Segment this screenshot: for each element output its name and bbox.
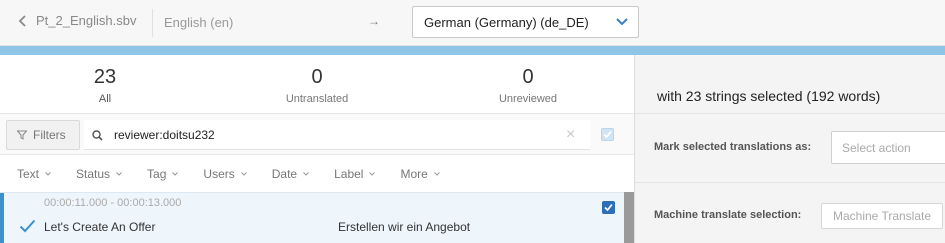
column-label: Tag <box>147 167 167 181</box>
selection-summary: with 23 strings selected (192 words) <box>657 88 881 104</box>
column-label: Users <box>203 167 235 181</box>
divider <box>635 113 945 114</box>
chevron-down-icon <box>116 172 122 176</box>
target-language-value: German (Germany) (de_DE) <box>424 15 589 30</box>
chevron-left-icon <box>18 14 26 27</box>
scrollbar-thumb[interactable] <box>624 192 634 243</box>
divider <box>635 182 945 183</box>
stat-count: 0 <box>311 66 323 88</box>
filter-bar: Filters × <box>0 113 634 155</box>
target-language-select[interactable]: German (Germany) (de_DE) <box>412 6 639 38</box>
column-text[interactable]: Text <box>17 167 51 181</box>
top-bar: Pt_2_English.sbv English (en) → German (… <box>0 0 945 46</box>
column-label: More <box>400 167 428 181</box>
check-icon <box>604 203 613 212</box>
stat-label: Untranslated <box>285 93 349 105</box>
stat-label: Unreviewed <box>498 93 558 105</box>
row-timestamp: 00:00:11.000 - 00:00:13.000 <box>44 197 182 209</box>
chevron-down-icon <box>369 172 376 176</box>
progress-strip <box>0 46 945 55</box>
chevron-down-icon <box>240 172 247 176</box>
bulk-actions-panel: with 23 strings selected (192 words) Mar… <box>635 55 945 243</box>
strings-panel: 23 All 0 Untranslated 0 Unreviewed Filte… <box>0 55 634 243</box>
search-icon <box>92 130 103 141</box>
check-icon <box>603 130 612 139</box>
clear-icon[interactable]: × <box>566 126 575 144</box>
arrow-icon: → <box>368 14 380 28</box>
machine-translate-label: Machine translate selection: <box>654 209 802 221</box>
column-label: Status <box>76 167 111 181</box>
row-source-text: Let's Create An Offer <box>44 220 156 234</box>
chevron-down-icon <box>303 172 309 176</box>
select-all-checkbox[interactable] <box>601 128 614 141</box>
chevron-down-icon <box>433 172 440 176</box>
column-headers: Text Status Tag Users Date Label More <box>0 156 634 192</box>
column-label-filter[interactable]: Label <box>334 167 376 181</box>
back-link[interactable]: Pt_2_English.sbv <box>18 13 136 28</box>
search-input[interactable] <box>114 126 554 144</box>
stat-count: 23 <box>93 66 117 88</box>
translated-check-icon <box>19 219 36 233</box>
action-select[interactable]: Select action <box>831 131 945 164</box>
stat-all[interactable]: 23 All <box>0 65 210 105</box>
column-date[interactable]: Date <box>272 167 309 181</box>
filters-button[interactable]: Filters <box>6 120 80 150</box>
header-divider <box>152 9 153 37</box>
stat-label: All <box>98 93 112 105</box>
chevron-down-icon <box>172 172 179 176</box>
stat-untranslated[interactable]: 0 Untranslated <box>212 65 422 105</box>
column-status[interactable]: Status <box>76 167 122 181</box>
string-row[interactable]: 00:00:11.000 - 00:00:13.000 Let's Create… <box>0 192 634 243</box>
search-box: × <box>84 120 590 150</box>
row-translation-text[interactable]: Erstellen wir ein Angebot <box>338 220 470 234</box>
column-users[interactable]: Users <box>203 167 247 181</box>
mark-translations-label: Mark selected translations as: <box>654 141 812 153</box>
column-tag[interactable]: Tag <box>147 167 179 181</box>
column-label: Label <box>334 167 364 181</box>
source-language: English (en) <box>164 15 234 30</box>
row-selected-indicator <box>0 193 4 243</box>
row-checkbox[interactable] <box>602 201 615 214</box>
column-label: Text <box>17 167 40 181</box>
chevron-down-icon <box>45 172 51 176</box>
column-label: Date <box>271 167 298 181</box>
file-name: Pt_2_English.sbv <box>36 13 137 28</box>
stat-unreviewed[interactable]: 0 Unreviewed <box>423 65 633 105</box>
machine-translate-button[interactable]: Machine Translate <box>821 203 943 229</box>
column-more[interactable]: More <box>400 167 440 181</box>
action-placeholder: Select action <box>842 141 911 155</box>
filters-label: Filters <box>33 128 66 142</box>
stat-count: 0 <box>522 66 534 88</box>
filter-icon <box>17 130 27 140</box>
chevron-down-icon <box>616 18 628 26</box>
